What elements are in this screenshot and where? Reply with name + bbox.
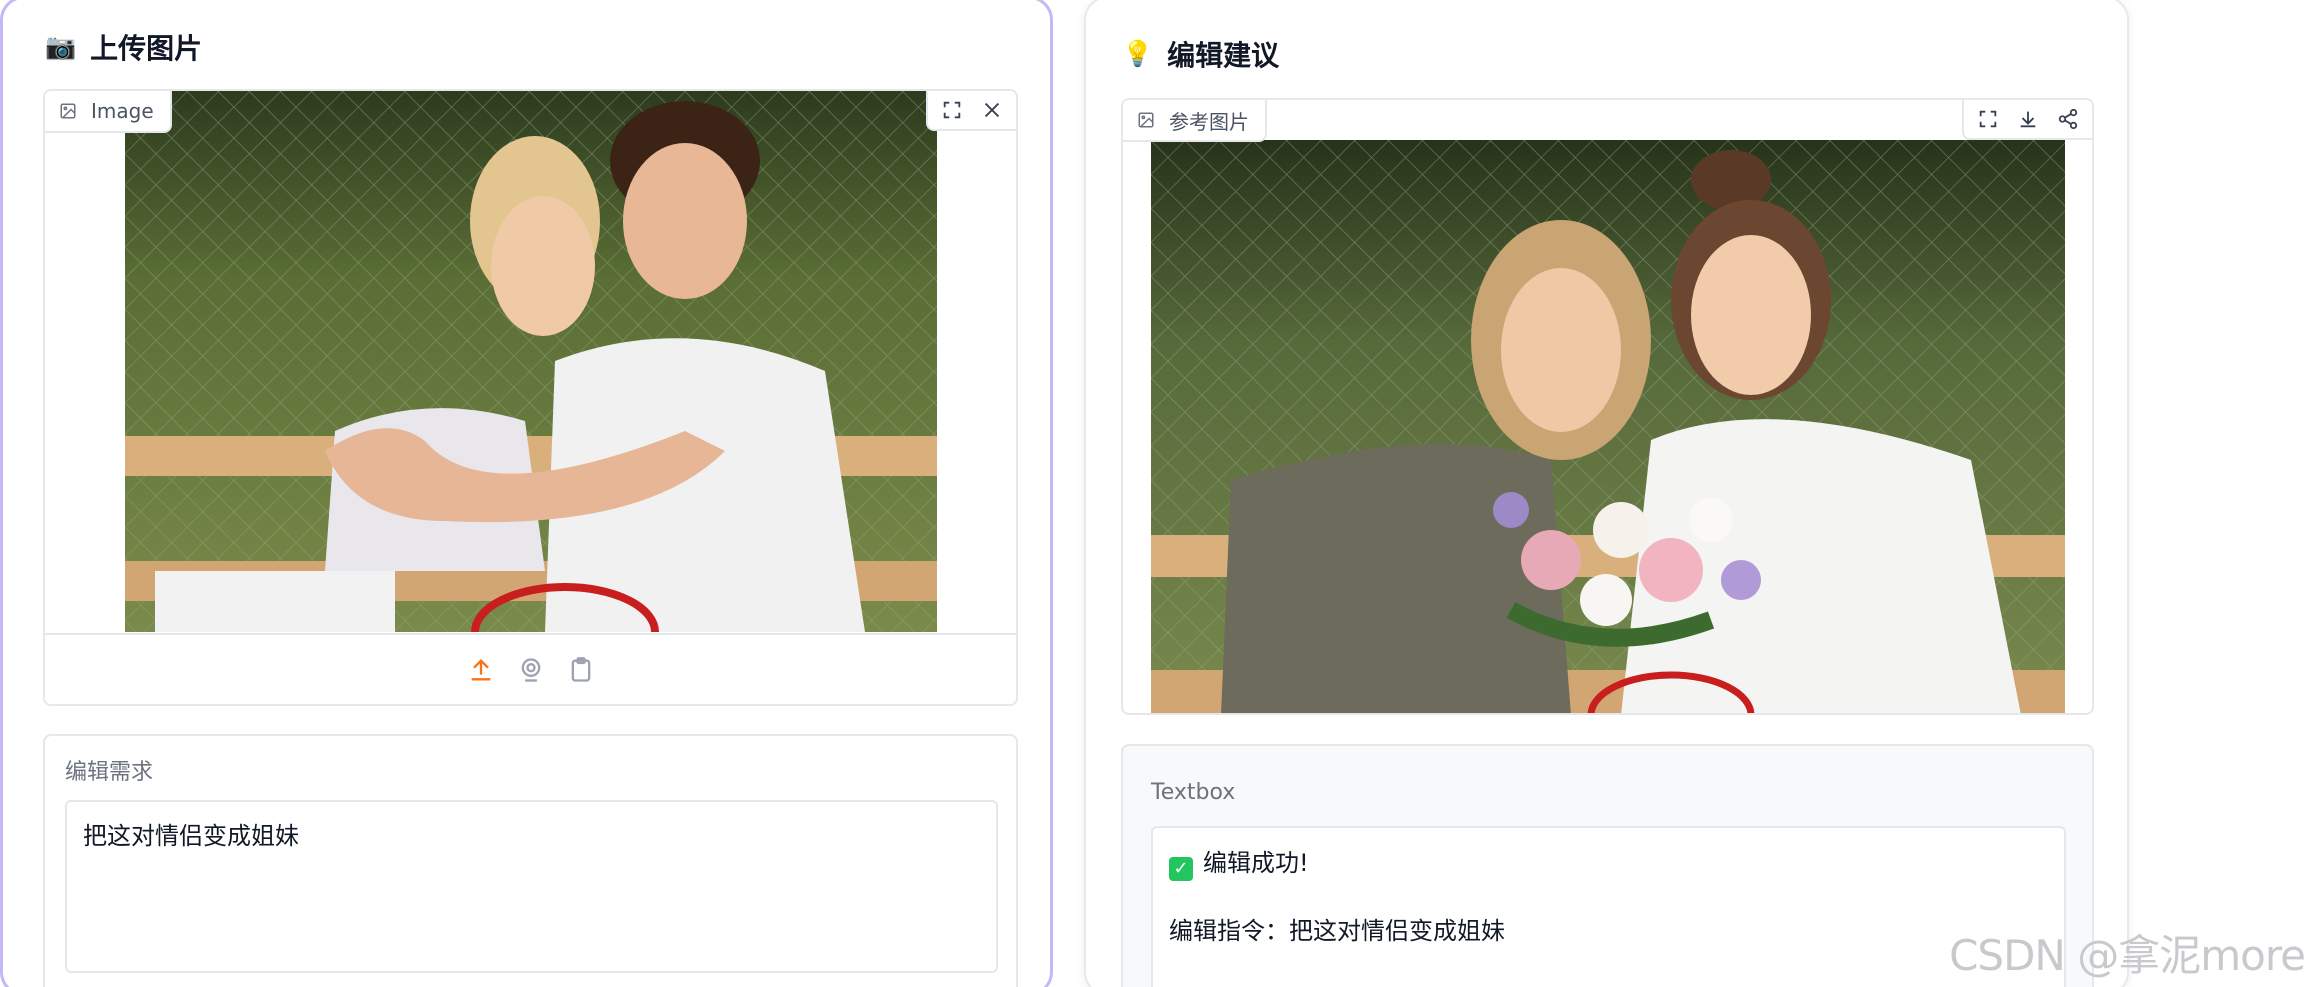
download-button[interactable] (2010, 102, 2046, 136)
clipboard-icon (571, 656, 590, 682)
result-textbox-label: Textbox (1151, 780, 1236, 805)
result-textbox-block: Textbox ✓ 编辑成功! 编辑指令：把这对情侣变成姐妹 (1121, 744, 2094, 987)
fullscreen-button[interactable] (1970, 102, 2006, 136)
share-button[interactable] (2050, 102, 2086, 136)
result-textbox[interactable]: ✓ 编辑成功! 编辑指令：把这对情侣变成姐妹 (1151, 826, 2066, 987)
check-icon: ✓ (1169, 857, 1193, 881)
camera-icon: 📷 (45, 32, 77, 61)
uploaded-photo (125, 91, 937, 632)
image-toolbar (926, 91, 1016, 131)
reference-photo (1151, 140, 2065, 713)
fullscreen-button[interactable] (934, 93, 970, 127)
edit-request-input[interactable]: 把这对情侣变成姐妹 (65, 800, 998, 973)
webcam-icon (521, 657, 540, 682)
reference-image-toolbar (1962, 100, 2092, 140)
fullscreen-icon (1979, 110, 1997, 128)
image-upload-box[interactable]: Image (43, 89, 1018, 706)
edit-request-label: 编辑需求 (65, 760, 154, 785)
clear-image-button[interactable] (974, 93, 1010, 127)
upload-panel-title-text: 上传图片 (90, 32, 203, 65)
clipboard-button[interactable] (565, 654, 597, 686)
close-icon (984, 102, 1000, 118)
fullscreen-icon (943, 101, 961, 119)
upload-source-bar (45, 633, 1016, 704)
suggestion-panel: 💡 编辑建议 参考图片 Textbox ✓ 编辑成功! 编辑指令：把这对情侣变成… (1084, 0, 2129, 987)
image-icon (1138, 112, 1154, 128)
download-icon (2020, 111, 2036, 128)
reference-image-box: 参考图片 (1121, 98, 2094, 715)
suggestion-panel-title-text: 编辑建议 (1167, 39, 1280, 72)
result-status-line: ✓ 编辑成功! (1169, 840, 2048, 886)
suggestion-panel-title: 💡 编辑建议 (1122, 34, 1279, 74)
upload-file-button[interactable] (465, 654, 497, 686)
upload-icon (471, 658, 490, 680)
result-status-text: 编辑成功! (1203, 849, 1309, 877)
webcam-button[interactable] (515, 654, 547, 686)
upload-panel: 📷 上传图片 Image 编辑需求 把这对情侣变成姐妹 (0, 0, 1053, 987)
reference-image-label: 参考图片 (1123, 100, 1267, 142)
image-label-text: Image (91, 99, 154, 123)
result-instruction-line: 编辑指令：把这对情侣变成姐妹 (1169, 917, 1505, 945)
lightbulb-icon: 💡 (1122, 39, 1154, 68)
image-icon (60, 103, 76, 119)
image-label: Image (45, 91, 172, 133)
edit-request-block: 编辑需求 把这对情侣变成姐妹 (43, 734, 1018, 987)
reference-image-label-text: 参考图片 (1169, 109, 1249, 134)
watermark: CSDN @拿泥more (1949, 931, 2306, 980)
upload-panel-title: 📷 上传图片 (45, 27, 202, 67)
share-icon (2058, 108, 2078, 130)
